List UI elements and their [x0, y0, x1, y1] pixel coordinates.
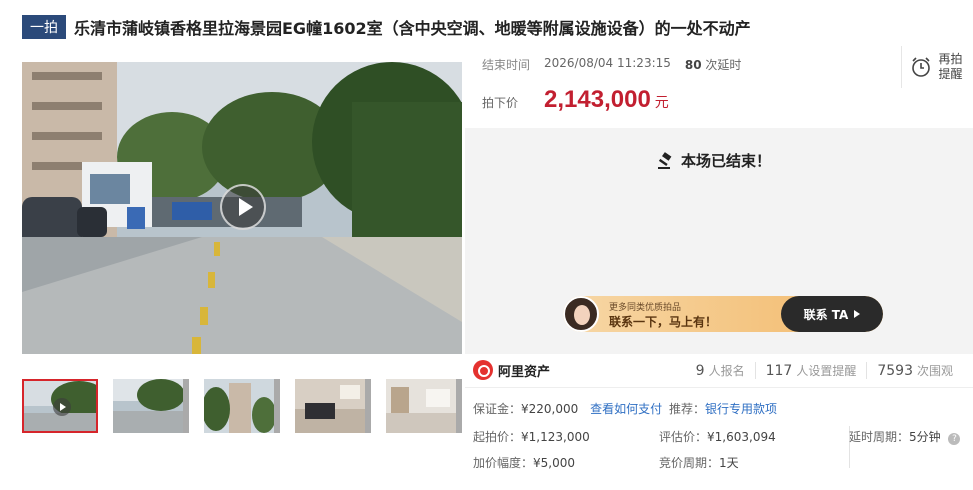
stat-reminders: 117 人设置提醒	[754, 362, 867, 379]
brand-name: 阿里资产	[498, 364, 551, 380]
contact-small-text: 更多同类优质拍品	[609, 303, 682, 313]
delay-cycle: 延时周期：5分钟 ?	[849, 428, 961, 445]
remind-label-2: 提醒	[938, 67, 963, 81]
deposit: 保证金：¥220,000 查看如何支付	[473, 402, 663, 416]
stat-signups: 9 人报名	[695, 363, 745, 379]
price-row: 拍下价 2,143,000 元	[482, 86, 669, 114]
end-time-row: 结束时间 2026/08/04 11:23:15 80 次延时	[482, 56, 741, 73]
ali-assets-logo-icon	[473, 360, 493, 380]
gavel-icon	[658, 151, 672, 169]
play-icon	[53, 398, 71, 416]
page-title: 乐清市蒲岐镇香格里拉海景园EG幢1602室（含中央空调、地暖等附属设施设备）的一…	[74, 19, 751, 38]
thumbnail-image	[386, 379, 457, 433]
thumbnail-photo[interactable]	[113, 379, 190, 433]
brand: 阿里资产	[473, 360, 550, 380]
recommend: 推荐：银行专用款项	[669, 402, 778, 416]
end-time-label: 结束时间	[482, 58, 531, 72]
thumbnail-photo[interactable]	[204, 379, 281, 433]
end-time-value: 2026/08/04 11:23:15	[544, 56, 671, 70]
thumbnail-image	[113, 379, 186, 433]
remind-again-button[interactable]: 再拍 提醒	[901, 46, 971, 88]
ended-message: 本场已结束！	[681, 152, 772, 170]
auction-round-badge: 一拍	[22, 15, 66, 39]
delays-count: 80	[684, 58, 702, 72]
thumbnail-image	[204, 379, 277, 433]
auction-ended-box: 本场已结束！ 更多同类优质拍品 联系一下，马上有！ 联系 TA	[465, 128, 973, 354]
thumbnail-photo[interactable]	[295, 379, 372, 433]
contact-big-text: 联系一下，马上有！	[609, 315, 718, 329]
appraisal-price: 评估价：¥1,603,094	[659, 430, 776, 444]
contact-ta-button[interactable]: 联系 TA	[781, 296, 883, 332]
stat-views: 7593 次围观	[866, 362, 963, 379]
price-unit: 元	[654, 95, 669, 111]
price-label: 拍下价	[482, 96, 519, 110]
auction-ended-notice: 本场已结束！	[657, 150, 771, 171]
title-row: 一拍 乐清市蒲岐镇香格里拉海景园EG幢1602室（含中央空调、地暖等附属设施设备…	[22, 12, 962, 42]
main-photo[interactable]	[22, 62, 462, 354]
help-icon[interactable]: ?	[948, 433, 961, 445]
remind-label-1: 再拍	[938, 52, 963, 66]
delays-label: 次延时	[705, 58, 742, 72]
bank-funds-link[interactable]: 银行专用款项	[705, 402, 777, 416]
how-to-pay-link[interactable]: 查看如何支付	[590, 402, 662, 416]
stats: 9 人报名 117 人设置提醒 7593 次围观	[686, 362, 963, 379]
arrow-right-icon	[854, 310, 861, 318]
final-price: 2,143,000	[544, 86, 651, 113]
video-play-button[interactable]	[220, 184, 266, 230]
thumbnail-strip	[22, 379, 463, 435]
contact-banner[interactable]: 更多同类优质拍品 联系一下，马上有！ 联系 TA	[563, 296, 883, 332]
thumbnail-video[interactable]	[22, 379, 99, 433]
start-price: 起拍价：¥1,123,000	[473, 430, 590, 444]
brand-stats-row: 阿里资产 9 人报名 117 人设置提醒 7593 次围观	[465, 354, 973, 388]
bid-cycle: 竞价周期：1天	[659, 456, 739, 470]
alarm-clock-icon	[912, 57, 931, 77]
contact-button-label: 联系 TA	[803, 307, 849, 322]
bid-increment: 加价幅度：¥5,000	[473, 456, 576, 470]
thumbnail-image	[295, 379, 366, 433]
agent-avatar	[563, 296, 599, 332]
thumbnail-photo[interactable]	[386, 379, 463, 433]
